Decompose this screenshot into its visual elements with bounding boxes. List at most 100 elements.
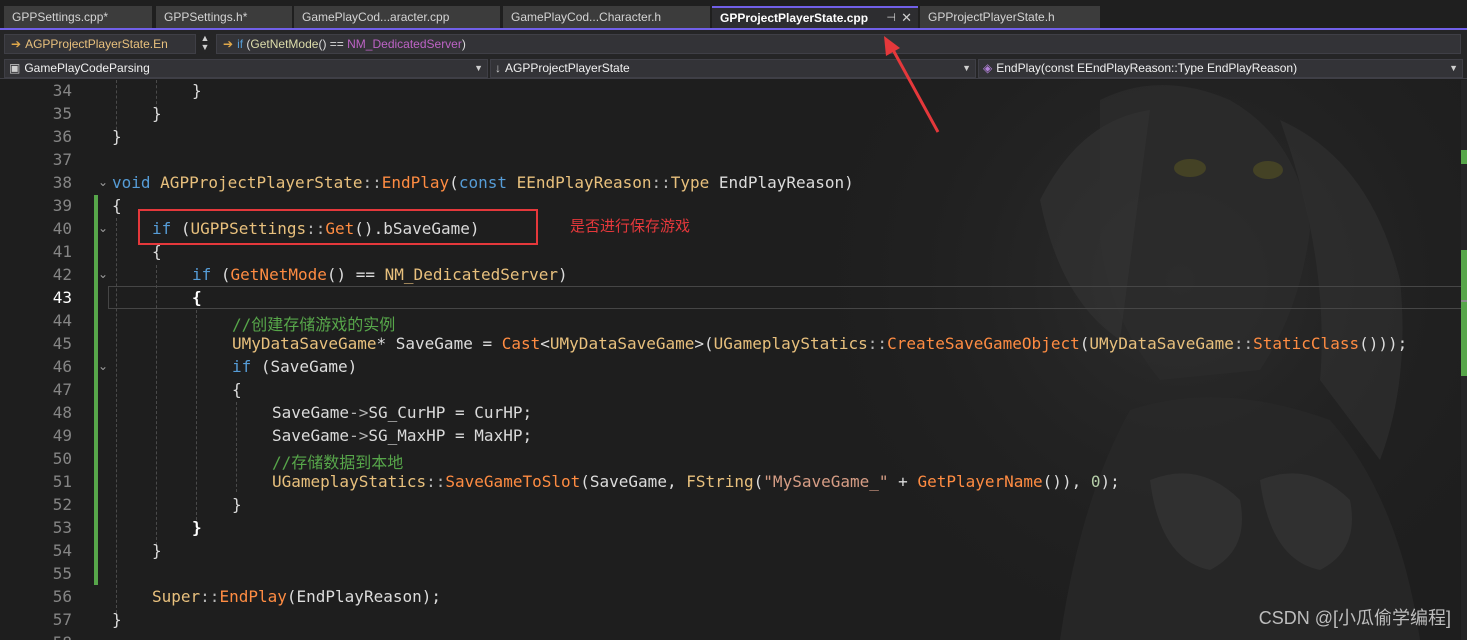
code-token: UGameplayStatics — [272, 472, 427, 491]
change-marker — [1461, 150, 1467, 164]
code-token: NM_DedicatedServer — [384, 265, 559, 284]
code-token: (SaveGame) — [251, 357, 358, 376]
tab-label: GPProjectPlayerState.h — [928, 10, 1055, 24]
code-token: ()), — [1042, 472, 1091, 491]
tab-label: GamePlayCod...Character.h — [511, 10, 662, 24]
pin-icon[interactable]: ⊣ — [886, 8, 896, 28]
code-line-35: } — [152, 104, 162, 123]
tab-gameplaycode-character-h[interactable]: GamePlayCod...Character.h — [503, 6, 710, 28]
navigation-bar-top: ➔ AGPProjectPlayerState.En ▲ ▼ ➔ if (GetNe… — [0, 30, 1467, 58]
spin-buttons[interactable]: ▲ ▼ — [198, 34, 212, 54]
annotation-text: 是否进行保存游戏 — [570, 218, 691, 235]
editor-background-image — [760, 80, 1467, 640]
code-token: () == — [326, 265, 385, 284]
current-line-indicator[interactable]: ➔ if (GetNetMode() == NM_DedicatedServer) — [216, 34, 1461, 54]
code-token: ) — [844, 173, 854, 192]
line-number: 35 — [52, 104, 72, 123]
line-number-current: 43 — [52, 288, 72, 307]
code-line-50: //存储数据到本地 — [272, 449, 403, 473]
line-number: 41 — [52, 242, 72, 261]
code-token: SaveGame — [272, 426, 350, 445]
code-token: EndPlay — [381, 173, 450, 192]
line-number: 34 — [52, 81, 72, 100]
code-line-57: } — [112, 610, 122, 629]
indent-guide — [156, 265, 157, 545]
watermark-text: CSDN @[小瓜偷学编程] — [1258, 608, 1451, 628]
code-token: = — [472, 334, 502, 353]
code-token: { — [112, 196, 122, 215]
project-icon: ▣ — [9, 61, 21, 75]
line-number: 53 — [52, 518, 72, 537]
code-line-54: } — [152, 541, 162, 560]
tab-label: GPProjectPlayerState.cpp — [720, 11, 869, 25]
code-token: >( — [694, 334, 714, 353]
code-token: const — [458, 173, 507, 192]
document-tab-strip: GPPSettings.cpp* GPPSettings.h* GamePlay… — [0, 0, 1467, 30]
tab-gppsettings-h[interactable]: GPPSettings.h* — [156, 6, 292, 28]
code-token: } — [112, 610, 122, 629]
arrow-right-icon: ➔ — [11, 37, 22, 51]
fold-collapse-icon[interactable]: ⌄ — [98, 175, 108, 189]
change-indicator-bar — [94, 195, 98, 585]
highlight-box — [138, 209, 538, 245]
tab-label: GPPSettings.cpp* — [12, 10, 109, 24]
code-editor[interactable]: ⌄ ⌄ ⌄ ⌄ 34 35 36 37 38 39 40 41 42 43 44… — [0, 80, 1467, 640]
code-line-47: { — [232, 380, 242, 399]
vertical-scrollbar[interactable] — [1461, 80, 1467, 640]
line-number: 54 — [52, 541, 72, 560]
code-token: UGameplayStatics — [713, 334, 868, 353]
code-token: (EndPlayReason); — [286, 587, 441, 606]
code-line-38: void AGPProjectPlayerState::EndPlay(cons… — [112, 173, 854, 192]
code-token: * — [376, 334, 396, 353]
arrow-down-icon: ↓ — [495, 61, 501, 75]
code-token: Cast — [501, 334, 541, 353]
line-number: 47 — [52, 380, 72, 399]
code-token: + — [888, 472, 918, 491]
line-number: 49 — [52, 426, 72, 445]
chevron-down-icon: ▼ — [962, 63, 971, 73]
line-number: 56 — [52, 587, 72, 606]
fold-collapse-icon[interactable]: ⌄ — [98, 267, 108, 281]
project-combo[interactable]: ▣ GamePlayCodeParsing ▼ — [4, 59, 488, 78]
chevron-down-icon[interactable]: ▼ — [198, 43, 212, 52]
code-token: } — [232, 495, 242, 514]
method-cube-icon: ◈ — [983, 61, 993, 75]
nav-text: ) — [461, 37, 466, 51]
line-number: 52 — [52, 495, 72, 514]
code-token: GetPlayerName — [917, 472, 1043, 491]
line-number: 37 — [52, 150, 72, 169]
tab-gppsettings-cpp[interactable]: GPPSettings.cpp* — [4, 6, 152, 28]
tab-gpprojectplayerstate-h[interactable]: GPProjectPlayerState.h — [920, 6, 1100, 28]
annotation-arrow — [884, 36, 940, 133]
nav-function: GetNetMode — [250, 37, 319, 51]
code-token: SaveGame — [272, 403, 350, 422]
code-token: ( — [449, 173, 459, 192]
code-token: :: — [867, 334, 888, 353]
code-line-34: } — [192, 81, 202, 100]
member-combo[interactable]: ◈ EndPlay(const EEndPlayReason::Type EndP… — [978, 59, 1463, 78]
tab-gameplaycode-character-cpp[interactable]: GamePlayCod...aracter.cpp — [294, 6, 500, 28]
code-token: } — [112, 127, 122, 146]
line-number: 36 — [52, 127, 72, 146]
code-line-53: } — [192, 518, 202, 537]
scope-dropdown[interactable]: ➔ AGPProjectPlayerState.En — [4, 34, 196, 54]
code-token: = — [445, 403, 475, 422]
line-number: 42 — [52, 265, 72, 284]
code-token: :: — [1233, 334, 1254, 353]
code-token: MaxHP — [474, 426, 523, 445]
line-number: 39 — [52, 196, 72, 215]
indent-guide — [116, 218, 117, 618]
code-token: ); — [1100, 472, 1120, 491]
member-combo-label: EndPlay(const EEndPlayReason::Type EndPl… — [996, 61, 1298, 75]
tab-gpprojectplayerstate-cpp[interactable]: GPProjectPlayerState.cpp ⊣ ✕ — [712, 6, 918, 28]
code-line-44: //创建存储游戏的实例 — [232, 311, 395, 335]
line-number: 46 — [52, 357, 72, 376]
fold-collapse-icon[interactable]: ⌄ — [98, 221, 108, 235]
code-line-43: { — [192, 288, 202, 307]
tab-label: GamePlayCod...aracter.cpp — [302, 10, 450, 24]
fold-collapse-icon[interactable]: ⌄ — [98, 359, 108, 373]
current-line-highlight — [108, 286, 1462, 309]
close-icon[interactable]: ✕ — [901, 8, 912, 28]
code-token: -> — [349, 426, 369, 445]
class-combo-label: AGPProjectPlayerState — [505, 61, 630, 75]
